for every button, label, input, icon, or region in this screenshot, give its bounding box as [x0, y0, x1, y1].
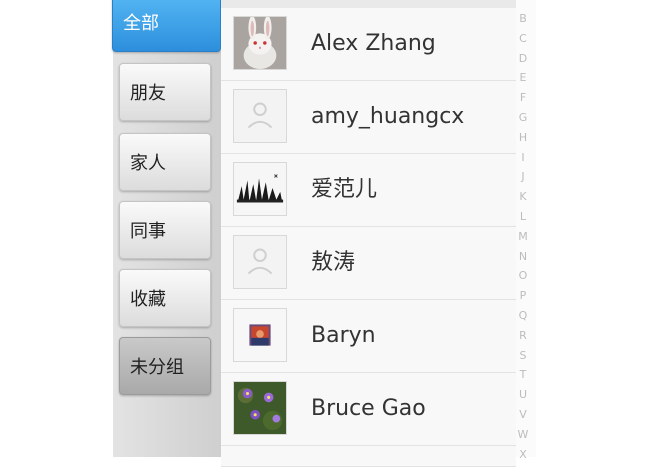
contact-name: Bruce Gao	[311, 396, 426, 421]
index-letter[interactable]: W	[516, 428, 530, 441]
tab-all[interactable]: 全部	[112, 0, 221, 52]
tab-colleagues[interactable]: 同事	[119, 201, 211, 259]
index-letter[interactable]: E	[516, 71, 530, 84]
index-letter[interactable]: U	[516, 388, 530, 401]
index-letter[interactable]: S	[516, 349, 530, 362]
alphabet-index-bar[interactable]: BCDEFGHIJKLMNOPQRSTUVWX	[516, 0, 536, 461]
contact-name: Alex Zhang	[311, 31, 436, 56]
contact-row[interactable]: Bruce Gao	[221, 373, 516, 446]
contact-row[interactable]: 爱范儿	[221, 154, 516, 227]
tab-label: 未分组	[130, 357, 184, 378]
contact-row[interactable]: 敖涛	[221, 227, 516, 300]
tab-favorites[interactable]: 收藏	[119, 269, 211, 327]
index-letter[interactable]: T	[516, 368, 530, 381]
index-letter[interactable]: C	[516, 32, 530, 45]
contact-name: Baryn	[311, 323, 376, 348]
index-letter[interactable]: G	[516, 111, 530, 124]
tab-label: 家人	[130, 153, 166, 174]
index-letter[interactable]: P	[516, 289, 530, 302]
tab-ungrouped[interactable]: 未分组	[119, 337, 211, 395]
contact-name: 敖涛	[311, 250, 356, 275]
contact-row[interactable]: amy_huangcx	[221, 81, 516, 154]
default-person-icon	[233, 235, 287, 289]
tab-label: 朋友	[130, 83, 166, 104]
index-letter[interactable]: N	[516, 250, 530, 263]
contact-name: 爱范儿	[311, 177, 378, 202]
flowers-avatar-icon	[233, 381, 287, 435]
index-letter[interactable]: Q	[516, 309, 530, 322]
index-letter[interactable]: L	[516, 210, 530, 223]
tab-label: 收藏	[130, 289, 166, 310]
index-letter[interactable]: M	[516, 230, 530, 243]
index-letter[interactable]: J	[516, 170, 530, 183]
index-letter[interactable]: F	[516, 91, 530, 104]
index-letter[interactable]: I	[516, 151, 530, 164]
group-sidebar: 全部 朋友 家人 同事 收藏 未分组	[112, 0, 223, 457]
bunny-avatar-icon	[233, 16, 287, 70]
index-letter[interactable]: D	[516, 52, 530, 65]
ink-sketch-avatar-icon	[233, 162, 287, 216]
contact-row[interactable]: Alex Zhang	[221, 8, 516, 81]
tab-friends[interactable]: 朋友	[119, 63, 211, 121]
tab-family[interactable]: 家人	[119, 133, 211, 191]
index-letter[interactable]: V	[516, 408, 530, 421]
index-letter[interactable]: O	[516, 269, 530, 282]
tab-label: 同事	[130, 221, 166, 242]
default-person-icon	[233, 89, 287, 143]
contact-list[interactable]: Alex Zhang amy_huangcx 爱范儿 敖涛 Baryn Bruc…	[221, 0, 516, 467]
index-letter[interactable]: H	[516, 131, 530, 144]
portrait-avatar-icon	[233, 308, 287, 362]
contact-name: amy_huangcx	[311, 104, 465, 129]
contact-row[interactable]: Baryn	[221, 300, 516, 373]
index-letter[interactable]: R	[516, 329, 530, 342]
index-letter[interactable]: B	[516, 12, 530, 25]
index-letter[interactable]: X	[516, 448, 530, 461]
index-letter[interactable]: K	[516, 190, 530, 203]
tab-label: 全部	[123, 13, 159, 34]
